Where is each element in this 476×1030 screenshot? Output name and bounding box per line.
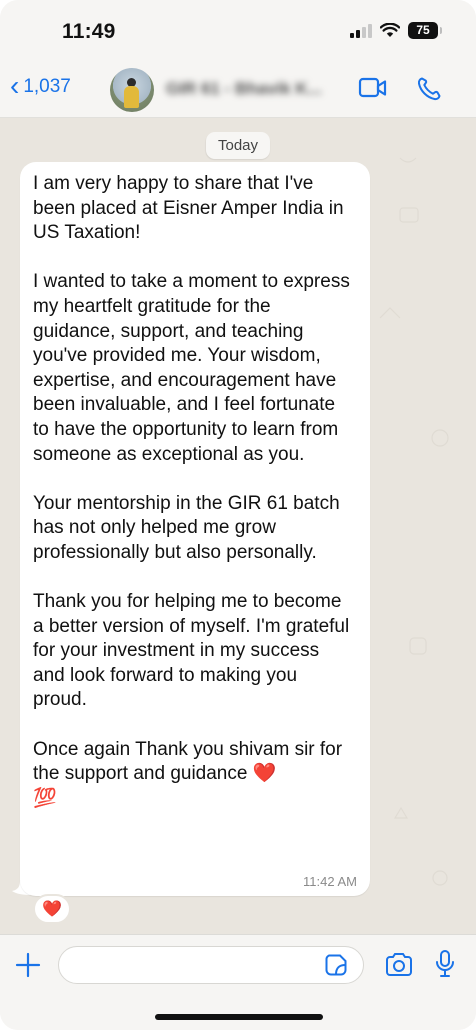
contact-name[interactable]: GIR 61 - Bhavik K... [166, 79, 346, 99]
battery-icon: 75 [408, 22, 442, 39]
incoming-message-bubble[interactable]: I am very happy to share that I've been … [20, 162, 370, 896]
video-call-icon[interactable] [358, 76, 388, 100]
heart-reaction-badge[interactable]: ❤️ [33, 894, 71, 924]
sticker-icon[interactable] [324, 953, 348, 977]
status-icons: 75 [350, 22, 442, 39]
status-time: 11:49 [62, 20, 116, 43]
phone-screen: 11:49 75 ‹ 1,037 GIR 61 - Bhavik K... To… [0, 0, 476, 1030]
message-input-bar [0, 934, 476, 1030]
chat-area[interactable]: Today I am very happy to share that I've… [0, 118, 476, 934]
plus-icon[interactable] [14, 951, 42, 979]
message-timestamp: 11:42 AM [303, 874, 357, 889]
back-button[interactable]: ‹ 1,037 [10, 69, 71, 101]
wifi-icon [380, 23, 400, 37]
status-bar: 11:49 75 [0, 0, 476, 62]
microphone-icon[interactable] [434, 949, 456, 979]
cellular-signal-icon [350, 23, 372, 38]
unread-count: 1,037 [23, 76, 71, 97]
camera-icon[interactable] [384, 952, 414, 978]
home-indicator[interactable] [155, 1014, 323, 1020]
phone-call-icon[interactable] [416, 76, 442, 102]
date-separator: Today [205, 132, 271, 159]
chevron-left-icon: ‹ [10, 69, 20, 101]
chat-header: ‹ 1,037 GIR 61 - Bhavik K... [0, 62, 476, 118]
message-text: I am very happy to share that I've been … [33, 173, 350, 809]
message-input[interactable] [58, 946, 364, 984]
contact-avatar[interactable] [110, 68, 154, 112]
